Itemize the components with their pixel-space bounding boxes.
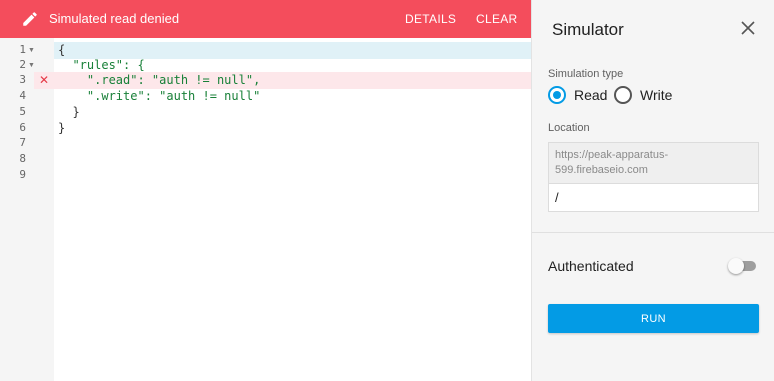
- divider: [532, 232, 774, 233]
- pencil-icon: [23, 12, 37, 26]
- simulation-result-banner: Simulated read denied DETAILS CLEAR: [0, 0, 531, 38]
- line-number: 9: [19, 168, 26, 181]
- banner-message: Simulated read denied: [49, 11, 180, 26]
- location-path-input[interactable]: [549, 183, 758, 211]
- code-line: {: [58, 43, 66, 57]
- radio-read[interactable]: Read: [548, 86, 607, 104]
- authenticated-toggle[interactable]: [728, 258, 758, 274]
- clear-button[interactable]: CLEAR: [476, 11, 518, 27]
- radio-selected-icon[interactable]: [548, 86, 566, 104]
- fold-arrow-icon[interactable]: ▼: [28, 43, 35, 59]
- code-line: }: [58, 105, 80, 119]
- radio-write[interactable]: Write: [614, 86, 672, 104]
- code-line: ".write": "auth != null": [58, 89, 261, 103]
- toggle-thumb[interactable]: [728, 258, 744, 274]
- line-number: 7: [19, 136, 26, 149]
- code-line: "rules": {: [58, 58, 145, 72]
- line-number: 1: [19, 43, 26, 56]
- error-x-icon: ✕: [39, 73, 50, 87]
- location-base-url: https://peak-apparatus-599.firebaseio.co…: [549, 143, 758, 183]
- panel-title: Simulator: [552, 20, 624, 39]
- radio-label: Read: [574, 87, 608, 103]
- code-line: }: [58, 121, 66, 135]
- simulation-type-label: Simulation type: [548, 68, 624, 80]
- line-number: 6: [19, 121, 26, 134]
- radio-unselected-icon[interactable]: [614, 86, 632, 104]
- line-number: 5: [19, 105, 26, 118]
- simulator-panel: Simulator Simulation type Read Write Loc…: [531, 0, 774, 381]
- location-field: https://peak-apparatus-599.firebaseio.co…: [548, 142, 759, 212]
- code-editor[interactable]: 1 ▼ 2 ▼ 3 ✕ 4 5 6 7 8 9 { "rules": { ".r…: [0, 38, 531, 381]
- rules-editor-pane: Simulated read denied DETAILS CLEAR 1 ▼ …: [0, 0, 531, 381]
- fold-arrow-icon[interactable]: ▼: [28, 58, 35, 74]
- close-icon[interactable]: [740, 20, 756, 36]
- line-number: 4: [19, 89, 26, 102]
- line-number: 3: [19, 73, 26, 86]
- radio-label: Write: [640, 87, 673, 103]
- details-button[interactable]: DETAILS: [405, 11, 456, 27]
- run-button[interactable]: RUN: [548, 304, 759, 333]
- location-label: Location: [548, 122, 590, 134]
- line-number: 8: [19, 152, 26, 165]
- code-line: ".read": "auth != null",: [58, 73, 261, 87]
- authenticated-label: Authenticated: [548, 258, 634, 274]
- line-number: 2: [19, 58, 26, 71]
